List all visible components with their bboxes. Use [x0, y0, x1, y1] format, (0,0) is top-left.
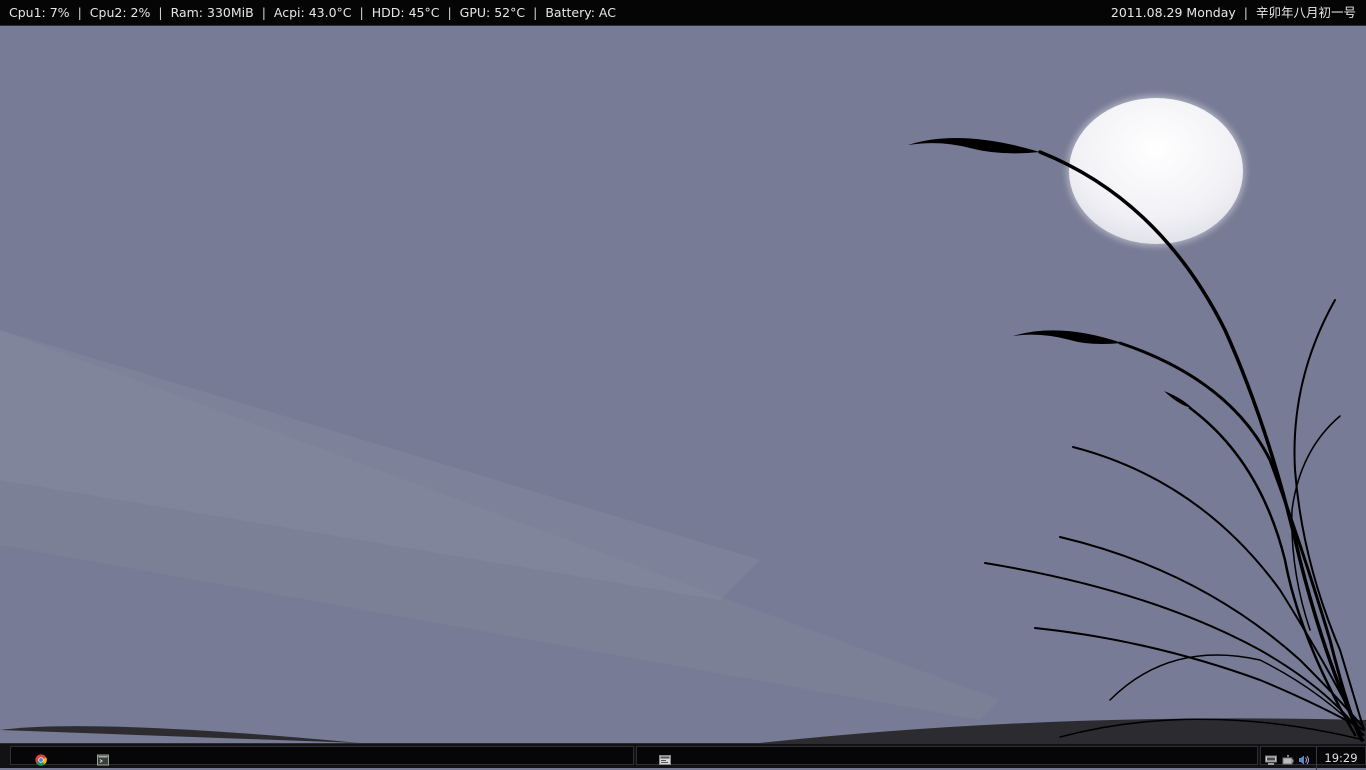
system-tray: 19:29 [1260, 746, 1366, 770]
terminal-icon[interactable] [97, 751, 109, 766]
launcher-panel [10, 746, 634, 766]
separator: | [158, 5, 163, 20]
lunar-date-text: 辛卯年八月初一号 [1255, 5, 1356, 20]
taskbar: 19:29 [0, 743, 1366, 770]
window-list-panel [636, 746, 1258, 765]
separator: | [1243, 5, 1248, 20]
clock[interactable]: 19:29 [1316, 747, 1365, 770]
top-status-bar: Cpu1: 7% | Cpu2: 2% | Ram: 330MiB | Acpi: 43.0… [0, 0, 1366, 26]
separator: | [359, 5, 364, 20]
separator: | [261, 5, 266, 20]
acpi-stat: Acpi: 43.0°C [273, 5, 352, 20]
cpu2-stat: Cpu2: 2% [89, 5, 151, 20]
separator: | [77, 5, 82, 20]
volume-icon[interactable] [1298, 751, 1310, 765]
battery-icon[interactable] [1282, 751, 1294, 765]
moon [1069, 98, 1243, 244]
date-text: 2011.08.29 Monday [1110, 5, 1236, 20]
cpu1-stat: Cpu1: 7% [9, 5, 70, 20]
desktop-wallpaper [0, 26, 1366, 743]
window-icon[interactable] [659, 751, 671, 765]
hdd-stat: HDD: 45°C [371, 5, 440, 20]
system-stats: Cpu1: 7% | Cpu2: 2% | Ram: 330MiB | Acpi: 43.0… [9, 0, 616, 26]
separator: | [533, 5, 538, 20]
battery-stat: Battery: AC [545, 5, 616, 20]
network-icon[interactable] [1265, 751, 1277, 765]
gpu-stat: GPU: 52°C [459, 5, 526, 20]
date-display: 2011.08.29 Monday | 辛卯年八月初一号 [1111, 0, 1356, 26]
separator: | [447, 5, 452, 20]
ram-stat: Ram: 330MiB [170, 5, 254, 20]
chrome-icon[interactable] [35, 751, 47, 766]
